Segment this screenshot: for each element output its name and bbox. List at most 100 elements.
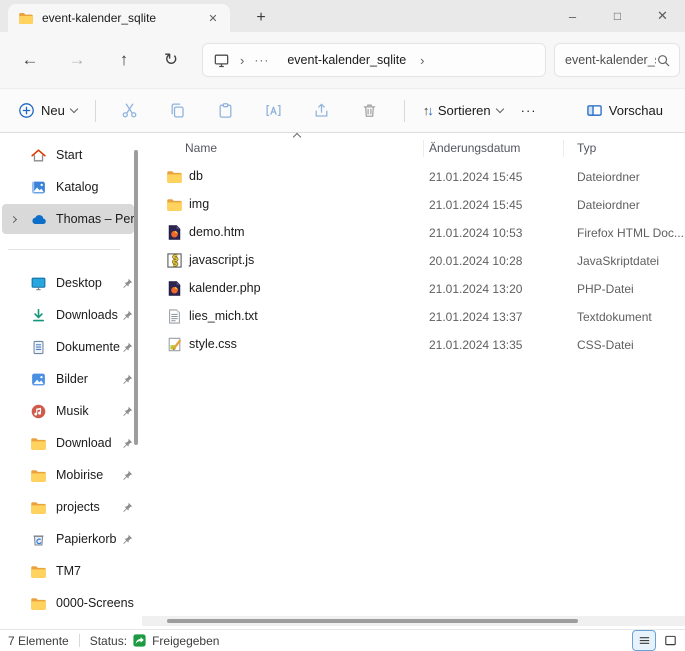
maximize-button[interactable]: □ (595, 0, 640, 32)
sidebar-item-bilder[interactable]: Bilder (2, 364, 134, 394)
pin-icon (121, 533, 134, 546)
sort-button[interactable]: ↑↓ Sortieren (415, 97, 511, 124)
pin-icon (121, 309, 134, 322)
column-header-date[interactable]: Änderungsdatum (429, 141, 520, 155)
file-list: Name Änderungsdatum Typ db 21.01.2024 15… (142, 133, 685, 629)
navigation-bar: ← → ↑ ↻ › ··· event-kalender_sqlite › ev… (0, 32, 685, 88)
sort-arrows-icon: ↑↓ (423, 103, 432, 118)
breadcrumb-folder[interactable]: event-kalender_sqlite (287, 53, 406, 67)
new-button-label: Neu (41, 103, 65, 118)
details-view-icon (637, 633, 652, 648)
sidebar-item-desktop[interactable]: Desktop (2, 268, 134, 298)
copy-icon (169, 102, 186, 119)
preview-button[interactable]: Vorschau (578, 96, 671, 125)
document-icon (30, 339, 47, 356)
gallery-icon (30, 179, 47, 196)
sidebar-item-onedrive[interactable]: Thomas – Persö (2, 204, 134, 234)
search-value: event-kalender_sqlite (565, 53, 656, 67)
downloads-arrow-icon (30, 307, 47, 324)
column-header-type[interactable]: Typ (577, 141, 596, 155)
horizontal-scrollbar-track[interactable] (142, 616, 685, 626)
sidebar-item-projects[interactable]: projects (2, 492, 134, 522)
share-icon (313, 102, 330, 119)
explorer-tab[interactable]: event-kalender_sqlite ✕ (8, 4, 230, 32)
sidebar-item-dokumente[interactable]: Dokumente (2, 332, 134, 362)
pin-icon (121, 405, 134, 418)
forward-button[interactable]: → (60, 43, 94, 77)
status-bar: 7 Elemente Status: Freigegeben (0, 629, 685, 651)
css-document-icon (166, 336, 183, 353)
cut-button[interactable] (114, 95, 146, 127)
file-row-kalender-php[interactable]: kalender.php 21.01.2024 13:20 PHP-Datei (142, 275, 685, 303)
file-row-db[interactable]: db 21.01.2024 15:45 Dateiordner (142, 163, 685, 191)
file-explorer-window: event-kalender_sqlite ✕ + – □ ✕ ← → ↑ ↻ … (0, 0, 685, 651)
breadcrumb-chevron-icon[interactable]: › (420, 53, 424, 68)
tab-close-button[interactable]: ✕ (204, 9, 222, 27)
this-pc-icon[interactable] (213, 52, 230, 69)
firefox-document-icon (166, 280, 183, 297)
file-row-demo-htm[interactable]: demo.htm 21.01.2024 10:53 Firefox HTML D… (142, 219, 685, 247)
sidebar-item-downloads[interactable]: Downloads (2, 300, 134, 330)
item-count: 7 Elemente (8, 634, 69, 648)
sidebar-scrollbar[interactable] (134, 150, 138, 445)
chevron-down-icon (495, 105, 503, 113)
sidebar-item-papierkorb[interactable]: Papierkorb (2, 524, 134, 554)
file-row-lies-mich-txt[interactable]: lies_mich.txt 21.01.2024 13:37 Textdokum… (142, 303, 685, 331)
share-button[interactable] (306, 95, 338, 127)
copy-button[interactable] (162, 95, 194, 127)
delete-button[interactable] (354, 95, 386, 127)
sidebar-item-screenshots[interactable]: 0000-Screensho (2, 588, 134, 618)
refresh-button[interactable]: ↻ (154, 43, 188, 77)
details-view-button[interactable] (633, 631, 655, 650)
sidebar-item-musik[interactable]: Musik (2, 396, 134, 426)
icons-view-icon (663, 633, 678, 648)
column-header-name[interactable]: Name (185, 141, 217, 155)
column-divider[interactable] (563, 140, 564, 157)
desktop-icon (30, 275, 47, 292)
clipboard-icon (217, 102, 234, 119)
toolbar-divider (95, 100, 96, 122)
close-button[interactable]: ✕ (640, 0, 685, 32)
folder-icon (30, 563, 47, 580)
folder-icon (18, 10, 34, 26)
pin-icon (121, 469, 134, 482)
address-bar[interactable]: › ··· event-kalender_sqlite › (202, 43, 546, 77)
pin-icon (121, 501, 134, 514)
chevron-right-icon[interactable] (10, 215, 17, 222)
sidebar-item-katalog[interactable]: Katalog (2, 172, 134, 202)
more-options-button[interactable]: ··· (511, 97, 547, 124)
view-switcher (633, 631, 681, 650)
folder-icon (30, 467, 47, 484)
rename-button[interactable] (258, 95, 290, 127)
status-value: Freigegeben (152, 634, 219, 648)
status-label: Status: (90, 634, 127, 648)
tab-title: event-kalender_sqlite (42, 11, 204, 25)
file-row-javascript-js[interactable]: javascript.js 20.01.2024 10:28 JavaSkrip… (142, 247, 685, 275)
music-note-icon (30, 403, 47, 420)
horizontal-scrollbar-thumb[interactable] (167, 619, 578, 623)
sidebar-item-start[interactable]: Start (2, 140, 134, 170)
share-status: Status: Freigegeben (90, 633, 220, 648)
chevron-down-icon (70, 105, 78, 113)
sidebar-item-mobirise[interactable]: Mobirise (2, 460, 134, 490)
column-divider[interactable] (423, 140, 424, 157)
search-input[interactable]: event-kalender_sqlite (554, 43, 680, 77)
file-row-img[interactable]: img 21.01.2024 15:45 Dateiordner (142, 191, 685, 219)
search-icon[interactable] (656, 53, 671, 68)
breadcrumb-overflow-button[interactable]: ··· (254, 53, 269, 67)
pin-icon (121, 373, 134, 386)
folder-icon (30, 499, 47, 516)
file-row-style-css[interactable]: style.css 21.01.2024 13:35 CSS-Datei (142, 331, 685, 359)
paste-button[interactable] (210, 95, 242, 127)
sidebar-item-tm7[interactable]: TM7 (2, 556, 134, 586)
icons-view-button[interactable] (659, 631, 681, 650)
minimize-button[interactable]: – (550, 0, 595, 32)
new-button[interactable]: Neu (10, 96, 85, 125)
window-controls: – □ ✕ (550, 0, 685, 32)
folder-icon (166, 168, 183, 185)
sidebar-item-download[interactable]: Download (2, 428, 134, 458)
new-tab-button[interactable]: + (248, 6, 274, 30)
up-button[interactable]: ↑ (107, 43, 141, 77)
back-button[interactable]: ← (13, 43, 47, 77)
onedrive-cloud-icon (30, 211, 47, 228)
